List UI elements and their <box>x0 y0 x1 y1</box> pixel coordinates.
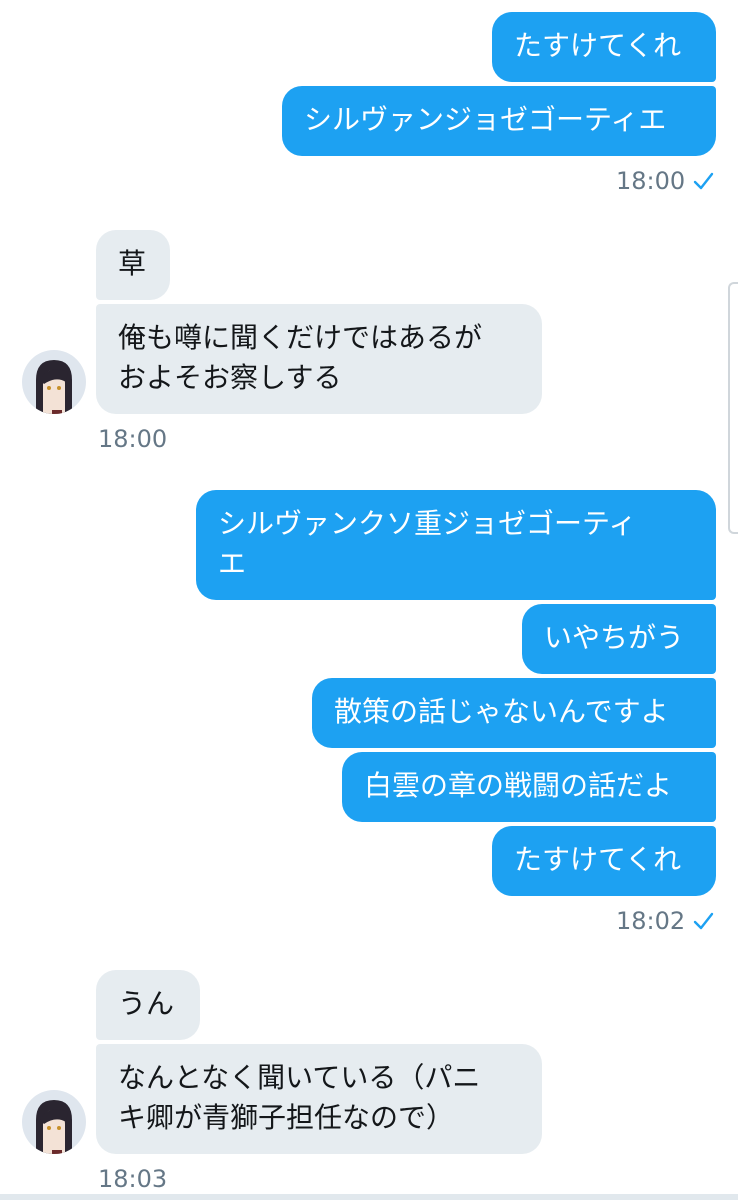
message-bubble-received[interactable]: 俺も噂に聞くだけではあるが およそお察しする <box>96 304 542 414</box>
message-timestamp: 18:02 <box>616 907 686 935</box>
message-bubble-sent[interactable]: 白雲の章の戦闘の話だよ <box>342 752 716 822</box>
message-bubble-sent[interactable]: シルヴァンクソ重ジョゼゴーティ エ <box>196 490 716 600</box>
message-bubble-sent[interactable]: 散策の話じゃないんですよ <box>312 678 716 748</box>
message-timestamp: 18:03 <box>98 1165 168 1193</box>
divider <box>0 1194 738 1200</box>
message-bubble-sent[interactable]: たすけてくれ <box>492 12 716 82</box>
scrollbar-handle[interactable] <box>728 282 738 534</box>
avatar[interactable] <box>22 1090 86 1154</box>
message-bubble-sent[interactable]: たすけてくれ <box>492 826 716 896</box>
checkmark-icon <box>693 912 714 930</box>
message-bubble-sent[interactable]: いやちがう <box>522 604 716 674</box>
message-timestamp: 18:00 <box>98 425 168 453</box>
avatar-icon <box>22 1090 86 1154</box>
message-bubble-received[interactable]: うん <box>96 970 200 1040</box>
message-bubble-received[interactable]: 草 <box>96 230 170 300</box>
avatar[interactable] <box>22 350 86 414</box>
checkmark-icon <box>693 172 714 190</box>
message-timestamp: 18:00 <box>616 167 686 195</box>
avatar-icon <box>22 350 86 414</box>
message-bubble-received[interactable]: なんとなく聞いている（パニ キ卿が青獅子担任なので） <box>96 1044 542 1154</box>
message-bubble-sent[interactable]: シルヴァンジョゼゴーティエ <box>282 86 716 156</box>
